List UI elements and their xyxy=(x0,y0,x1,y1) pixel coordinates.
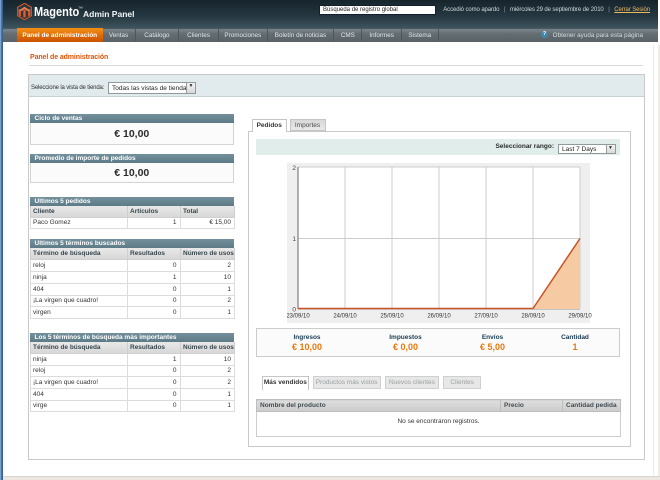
svg-text:0: 0 xyxy=(292,307,296,314)
svg-text:28/09/10: 28/09/10 xyxy=(521,314,545,320)
svg-text:25/09/10: 25/09/10 xyxy=(380,314,404,320)
svg-text:23/09/10: 23/09/10 xyxy=(287,314,310,320)
svg-text:27/09/10: 27/09/10 xyxy=(474,314,498,320)
svg-text:1: 1 xyxy=(292,236,296,243)
svg-text:26/09/10: 26/09/10 xyxy=(427,314,451,320)
svg-text:29/09/10: 29/09/10 xyxy=(568,314,592,320)
svg-text:2: 2 xyxy=(292,165,296,172)
svg-text:24/09/10: 24/09/10 xyxy=(333,314,357,320)
